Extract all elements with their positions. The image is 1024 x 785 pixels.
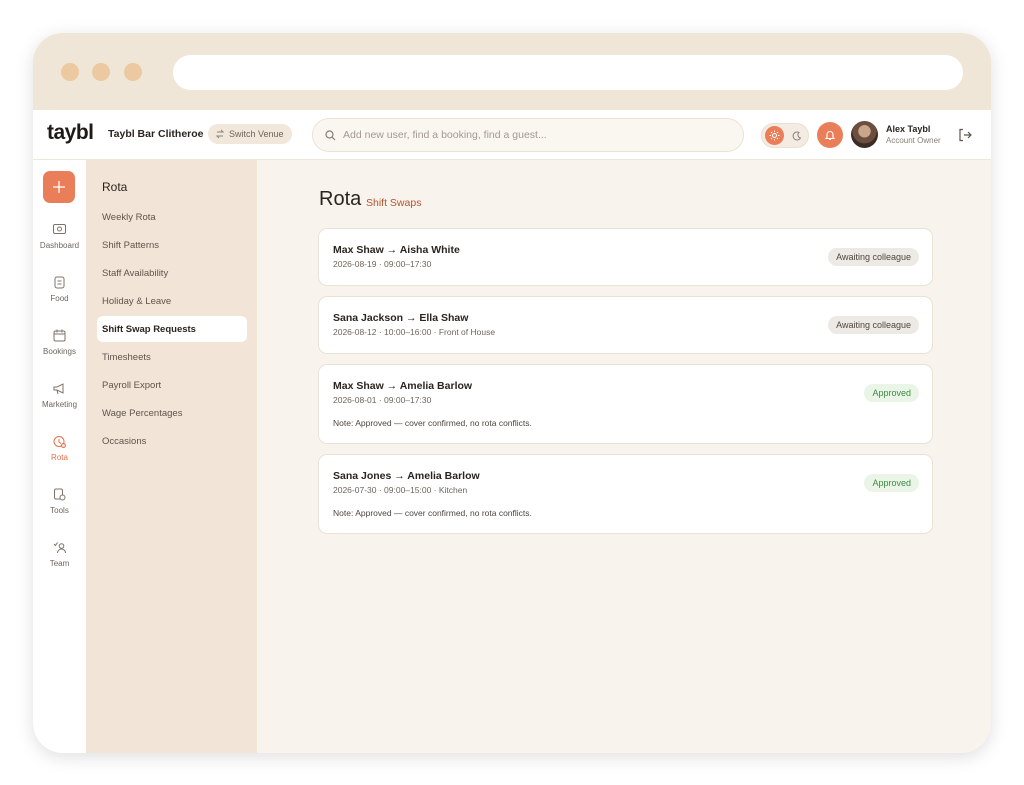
venue-name: Taybl Bar Clitheroe bbox=[108, 128, 204, 140]
search-icon bbox=[325, 129, 336, 140]
bell-icon bbox=[824, 131, 836, 141]
swap-title: Sana Jackson → Ella Shaw bbox=[333, 312, 469, 324]
food-icon bbox=[54, 276, 65, 289]
subnav-item-wage-percentages[interactable]: Wage Percentages bbox=[97, 400, 247, 426]
rota-icon bbox=[53, 436, 66, 448]
rail-item-marketing[interactable]: Marketing bbox=[33, 381, 86, 409]
theme-toggle[interactable] bbox=[761, 123, 809, 148]
subnav-item-shift-swap-requests[interactable]: Shift Swap Requests bbox=[97, 316, 247, 342]
browser-titlebar bbox=[33, 33, 991, 110]
browser-window: taybl Taybl Bar Clitheroe Switch Venue A… bbox=[33, 33, 991, 753]
window-maximize-dot[interactable] bbox=[124, 63, 142, 81]
address-bar[interactable] bbox=[173, 55, 963, 90]
logout-icon[interactable] bbox=[957, 127, 973, 143]
rail-item-bookings[interactable]: Bookings bbox=[33, 328, 86, 356]
main-content: Rota Shift Swaps Max Shaw → Aisha White … bbox=[257, 160, 991, 753]
tools-icon bbox=[54, 488, 66, 501]
team-icon bbox=[53, 542, 66, 554]
swap-meta: 2026-08-12 · 10:00–16:00 · Front of Hous… bbox=[333, 327, 496, 337]
user-name: Alex Taybl bbox=[886, 124, 931, 134]
subnav-item-weekly-rota[interactable]: Weekly Rota bbox=[97, 204, 247, 230]
status-badge: Approved bbox=[864, 474, 919, 492]
window-minimize-dot[interactable] bbox=[92, 63, 110, 81]
subnav-item-timesheets[interactable]: Timesheets bbox=[97, 344, 247, 370]
swap-note: Note: Approved — cover confirmed, no rot… bbox=[333, 418, 532, 428]
rail-label: Rota bbox=[51, 453, 68, 462]
moon-icon[interactable] bbox=[789, 128, 804, 143]
swap-request-card[interactable]: Sana Jones → Amelia Barlow 2026-07-30 · … bbox=[318, 454, 933, 534]
page-title: Rota bbox=[319, 188, 362, 210]
user-role: Account Owner bbox=[886, 136, 941, 145]
switch-venue-button[interactable]: Switch Venue bbox=[208, 124, 292, 144]
rail-item-team[interactable]: Team bbox=[33, 540, 86, 568]
subnav-item-occasions[interactable]: Occasions bbox=[97, 428, 247, 454]
global-search bbox=[312, 118, 744, 152]
switch-venue-label: Switch Venue bbox=[229, 129, 284, 139]
bookings-icon bbox=[53, 329, 66, 342]
rota-subnav: Rota Weekly Rota Shift Patterns Staff Av… bbox=[86, 160, 257, 753]
subnav-item-holiday-leave[interactable]: Holiday & Leave bbox=[97, 288, 247, 314]
app-header: taybl Taybl Bar Clitheroe Switch Venue A… bbox=[33, 110, 991, 160]
rail-label: Food bbox=[50, 294, 69, 303]
taybl-logo[interactable]: taybl bbox=[47, 121, 94, 145]
create-new-button[interactable] bbox=[43, 171, 75, 203]
swap-note: Note: Approved — cover confirmed, no rot… bbox=[333, 508, 532, 518]
rail-item-tools[interactable]: Tools bbox=[33, 487, 86, 515]
rail-item-dashboard[interactable]: Dashboard bbox=[33, 222, 86, 250]
rail-item-food[interactable]: Food bbox=[33, 275, 86, 303]
rail-label: Team bbox=[49, 559, 70, 568]
search-input[interactable] bbox=[343, 129, 723, 141]
window-close-dot[interactable] bbox=[61, 63, 79, 81]
subnav-item-shift-patterns[interactable]: Shift Patterns bbox=[97, 232, 247, 258]
swap-request-card[interactable]: Max Shaw → Amelia Barlow 2026-08-01 · 09… bbox=[318, 364, 933, 444]
switch-icon bbox=[215, 129, 225, 139]
swap-meta: 2026-08-01 · 09:00–17:30 bbox=[333, 395, 432, 405]
status-badge: Awaiting colleague bbox=[828, 248, 919, 266]
rail-item-rota[interactable]: Rota bbox=[33, 434, 86, 462]
avatar[interactable] bbox=[851, 121, 878, 148]
swap-meta: 2026-08-19 · 09:00–17:30 bbox=[333, 259, 432, 269]
swap-title: Sana Jones → Amelia Barlow bbox=[333, 470, 480, 482]
rail-label: Bookings bbox=[43, 347, 76, 356]
swap-request-card[interactable]: Max Shaw → Aisha White 2026-08-19 · 09:0… bbox=[318, 228, 933, 286]
page-subtitle: Shift Swaps bbox=[366, 197, 422, 209]
rail-label: Marketing bbox=[41, 400, 78, 409]
status-badge: Approved bbox=[864, 384, 919, 402]
swap-title: Max Shaw → Amelia Barlow bbox=[333, 380, 473, 392]
subnav-item-staff-availability[interactable]: Staff Availability bbox=[97, 260, 247, 286]
swap-title: Max Shaw → Aisha White bbox=[333, 244, 460, 256]
notifications-button[interactable] bbox=[817, 122, 843, 148]
subnav-title: Rota bbox=[102, 180, 128, 194]
plus-icon bbox=[53, 181, 65, 193]
rail-label: Dashboard bbox=[39, 241, 80, 250]
rail-label: Tools bbox=[50, 506, 69, 515]
icon-rail: Dashboard Food Bookings Marketing Rota T… bbox=[33, 160, 86, 753]
subnav-item-payroll-export[interactable]: Payroll Export bbox=[97, 372, 247, 398]
status-badge: Awaiting colleague bbox=[828, 316, 919, 334]
megaphone-icon bbox=[53, 383, 64, 395]
dashboard-icon bbox=[53, 224, 66, 234]
swap-meta: 2026-07-30 · 09:00–15:00 · Kitchen bbox=[333, 485, 468, 495]
sun-icon[interactable] bbox=[765, 126, 784, 145]
swap-request-card[interactable]: Sana Jackson → Ella Shaw 2026-08-12 · 10… bbox=[318, 296, 933, 354]
